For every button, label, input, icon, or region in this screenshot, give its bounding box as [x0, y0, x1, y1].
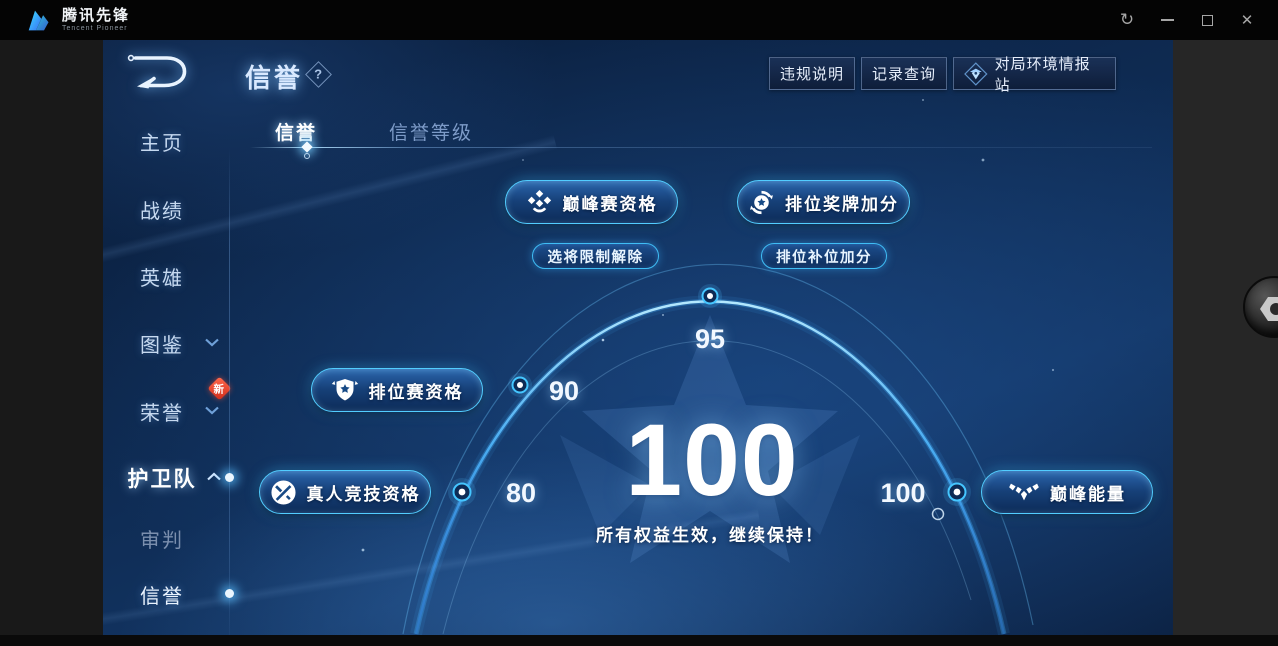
sparkle-dots	[361, 99, 1055, 552]
tab-active-ring	[304, 153, 310, 159]
peak-energy-button[interactable]: 巅峰能量	[981, 470, 1153, 514]
tab-underline	[250, 147, 1152, 148]
gauge-node-95	[698, 284, 722, 308]
gauge-node-90	[508, 373, 532, 397]
bottom-frame-strip	[0, 635, 1278, 646]
close-button[interactable]: ✕	[1234, 7, 1260, 33]
window-titlebar: 腾讯先锋 Tencent Pioneer ↻ ✕	[0, 0, 1278, 40]
peak-energy-wings-icon	[1009, 483, 1039, 500]
sidebar-item-honor[interactable]: 荣誉	[103, 397, 221, 426]
sidebar-item-home[interactable]: 主页	[103, 127, 221, 156]
intel-badge-icon	[964, 61, 988, 86]
help-icon[interactable]: ?	[305, 61, 332, 88]
app-name: 腾讯先锋	[62, 6, 131, 24]
rail-glow-dot	[225, 589, 234, 598]
app-brand: 腾讯先锋 Tencent Pioneer	[26, 7, 130, 34]
rank-fill-bonus-pill[interactable]: 排位补位加分	[761, 243, 887, 269]
tencent-pioneer-logo-icon	[28, 10, 49, 30]
sidebar-item-gallery[interactable]: 图鉴	[103, 329, 221, 358]
sidebar-item-records[interactable]: 战绩	[103, 195, 221, 224]
left-frame-strip	[0, 40, 103, 635]
sidebar-item-judgment[interactable]: 审判	[103, 524, 221, 553]
tick-90: 90	[548, 376, 580, 406]
match-env-intel-button[interactable]: 对局环境情报站	[953, 56, 1116, 94]
app-subtitle: Tencent Pioneer	[62, 24, 128, 32]
rank-medal-bonus-button[interactable]: 排位奖牌加分	[737, 180, 910, 224]
credit-status-text: 所有权益生效，继续保持！	[596, 526, 824, 545]
real-person-qualification-button[interactable]: 真人竞技资格	[259, 470, 431, 514]
peak-tournament-qualification-button[interactable]: 巅峰赛资格	[505, 180, 678, 224]
sidebar-item-heroes[interactable]: 英雄	[103, 262, 221, 291]
tick-80: 80	[505, 478, 537, 508]
chevron-down-icon	[205, 406, 219, 415]
tab-credit[interactable]: 信誉	[275, 118, 317, 145]
pick-limit-lifted-pill[interactable]: 选将限制解除	[532, 243, 659, 269]
sidebar-rail	[229, 148, 230, 635]
rail-glow-dot	[225, 473, 234, 482]
sidebar-item-guard-team[interactable]: 护卫队	[103, 463, 221, 493]
violation-info-button[interactable]: 违规说明	[769, 57, 855, 90]
credit-score-value: 100	[625, 403, 799, 517]
refresh-button[interactable]: ↻	[1114, 7, 1140, 33]
tick-95: 95	[694, 324, 726, 354]
chevron-down-icon	[205, 338, 219, 347]
sidebar-item-credit[interactable]: 信誉	[103, 580, 221, 609]
gauge-node-80	[448, 478, 476, 506]
right-frame-strip	[1173, 40, 1278, 635]
peak-diamonds-icon	[527, 189, 551, 212]
real-person-duel-icon	[270, 479, 296, 505]
game-view: 主页 战绩 英雄 图鉴 荣誉 新 护卫队 审判 信誉 信誉 ? 违规说明 记录查…	[103, 40, 1173, 635]
chevron-up-icon	[207, 472, 221, 481]
gauge-small-ring	[931, 507, 945, 521]
page-title: 信誉	[245, 63, 304, 93]
tick-100: 100	[880, 478, 926, 508]
tab-credit-level[interactable]: 信誉等级	[389, 118, 473, 145]
game-logo-swoosh-icon	[127, 54, 187, 89]
minimize-button[interactable]	[1154, 7, 1180, 33]
hexagon-nut-icon	[1260, 297, 1278, 321]
rank-qualification-button[interactable]: 排位赛资格	[311, 368, 483, 412]
rank-medal-icon	[750, 190, 773, 214]
maximize-button[interactable]	[1194, 7, 1220, 33]
rank-shield-icon	[331, 378, 358, 400]
record-query-button[interactable]: 记录查询	[861, 57, 947, 90]
gauge-node-100	[943, 478, 971, 506]
